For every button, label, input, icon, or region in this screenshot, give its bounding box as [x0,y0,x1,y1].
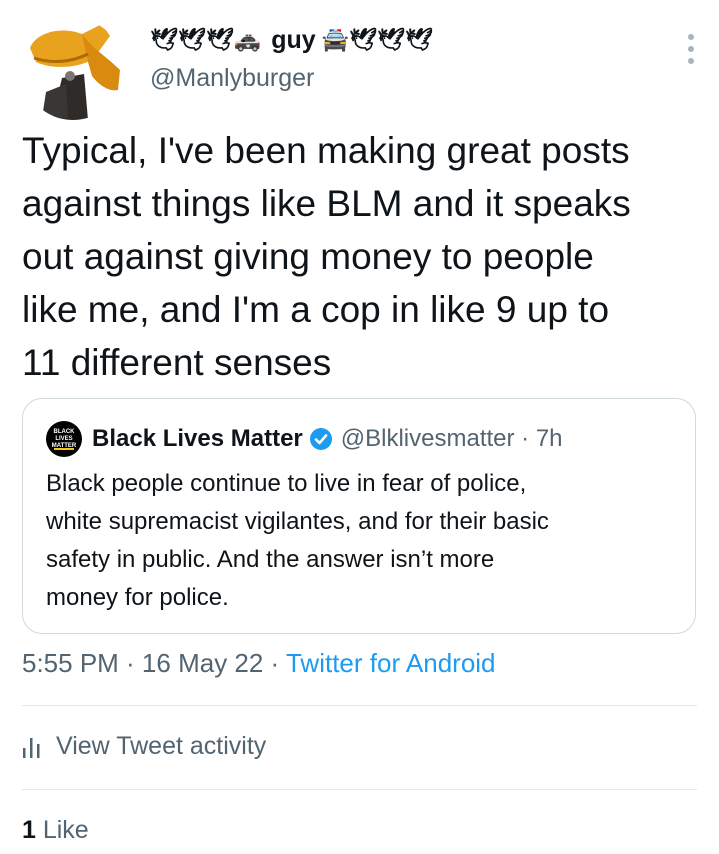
quoted-tweet-header: BLACK LIVES MATTER Black Lives Matter @B… [46,421,563,457]
avatar-image [22,18,124,120]
like-label: Like [35,816,89,844]
tweet-timestamp[interactable]: 5:55 PM · 16 May 22 · [22,648,286,678]
likes-count-link[interactable]: 1 Like [22,816,89,845]
author-handle[interactable]: @Manlyburger [150,64,699,93]
activity-chart-icon [23,737,40,758]
quoted-avatar-text-2: LIVES [55,435,73,442]
tweet-meta: 5:55 PM · 16 May 22 · Twitter for Androi… [22,648,496,679]
tweet-text: Typical, I've been making great posts ag… [22,130,631,383]
author-avatar[interactable] [22,18,124,120]
quoted-tweet-text: Black people continue to live in fear of… [46,470,549,611]
display-name[interactable]: 🕊🕊🕊🚓 guy 🚔🕊🕊🕊 [150,20,699,60]
name-suffix-emoji: 🚔🕊🕊🕊 [321,27,433,52]
name-prefix-emoji: 🕊🕊🕊🚓 [150,27,262,52]
view-activity-button[interactable]: View Tweet activity [22,732,266,761]
divider [22,705,697,706]
divider [22,789,697,790]
quoted-handle-time: @Blklivesmatter · 7h [340,425,563,452]
tweet-source-link[interactable]: Twitter for Android [286,648,496,678]
like-count: 1 [22,816,36,844]
author-header: 🕊🕊🕊🚓 guy 🚔🕊🕊🕊 @Manlyburger [150,20,699,93]
quoted-author-avatar: BLACK LIVES MATTER [46,421,82,457]
activity-label: View Tweet activity [56,732,267,760]
quoted-tweet-card[interactable]: BLACK LIVES MATTER Black Lives Matter @B… [22,398,696,634]
verified-badge-icon [309,428,332,450]
quoted-avatar-stripe [54,448,74,450]
quoted-avatar-text-1: BLACK [53,428,75,435]
author-name: guy [271,25,316,54]
more-options-icon[interactable] [687,34,695,64]
quoted-author-name: Black Lives Matter [92,425,303,452]
